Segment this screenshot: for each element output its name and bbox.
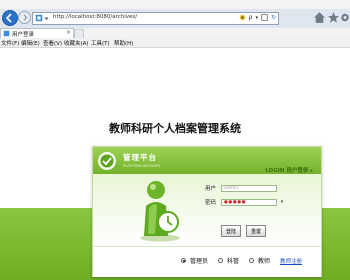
menu-item-help[interactable]: 帮助(H) (114, 39, 133, 47)
password-label: 密码 (205, 200, 217, 206)
tab-close-icon[interactable]: × (66, 29, 71, 36)
favorites-star-icon[interactable] (327, 11, 340, 24)
menu-bar: 文件(F) 编辑(E) 查看(V) 收藏夹(A) 工具(T) 帮助(H) (0, 38, 350, 48)
back-button[interactable] (2, 10, 18, 26)
radio-teacher-label: 教师 (258, 258, 271, 265)
refresh-icon[interactable]: ↻ (271, 14, 276, 21)
login-button[interactable]: 登陆 (221, 225, 241, 237)
radio-admin-label: 管理员 (190, 258, 209, 265)
password-row: 密码 ●●●●● ▾ (205, 198, 287, 206)
login-heading: LOGIN 用户登录 ▸ (265, 168, 313, 174)
radio-admin[interactable] (181, 258, 186, 263)
reset-button[interactable]: 重置 (246, 225, 266, 237)
logo-text: 管理平台 (123, 153, 157, 162)
dropdown-icon[interactable] (44, 16, 49, 21)
tab-favicon-icon (3, 30, 10, 37)
browser-chrome: http://localhost:8080/archives/ ρ ▾ ↻ 用户… (0, 0, 350, 39)
page-favicon-icon (35, 14, 43, 22)
platform-logo-icon (98, 152, 116, 170)
username-input[interactable]: admin (221, 184, 277, 192)
home-icon[interactable] (313, 11, 326, 24)
login-panel: 管理平台 PLATFORM ARCHIVES LOGIN 用户登录 ▸ 用户 a… (92, 146, 322, 277)
platform-logo: 管理平台 PLATFORM ARCHIVES (97, 151, 179, 171)
menu-item-favorites[interactable]: 收藏夹(A) (64, 39, 89, 47)
search-icon[interactable]: ρ (249, 14, 253, 21)
page-content: 教师科研个人档案管理系统 管理平台 PLATFORM ARCHIVES LOGI… (0, 48, 350, 280)
role-selection-bar: 管理员 科管 教师 教师注册 (93, 246, 321, 277)
menu-item-edit[interactable]: 编辑(E) (21, 39, 40, 47)
login-panel-header: 管理平台 PLATFORM ARCHIVES LOGIN 用户登录 ▸ (93, 147, 321, 174)
user-figure-icon (140, 181, 180, 242)
role-radio-group: 管理员 科管 教师 教师注册 (181, 256, 302, 265)
menu-item-tools[interactable]: 工具(T) (91, 39, 110, 47)
page-title: 教师科研个人档案管理系统 (109, 122, 241, 135)
forward-arrow-icon (23, 14, 28, 21)
navigation-bar: http://localhost:8080/archives/ ρ ▾ ↻ (0, 9, 350, 28)
password-dropdown-icon[interactable]: ▾ (277, 199, 287, 205)
username-row: 用户 admin (205, 184, 277, 192)
settings-gear-icon[interactable] (340, 11, 350, 24)
forward-button[interactable] (18, 11, 31, 24)
username-label: 用户 (205, 186, 217, 192)
form-buttons: 登陆 重置 (221, 225, 266, 237)
tab-title: 用户登录 (12, 32, 35, 38)
radio-teacher[interactable] (249, 258, 255, 263)
login-form-area: 用户 admin 密码 ●●●●● ▾ 登陆 重置 (93, 174, 321, 246)
teacher-register-link[interactable]: 教师注册 (280, 257, 302, 265)
radio-research-manager[interactable] (218, 258, 224, 263)
address-bar[interactable]: http://localhost:8080/archives/ ρ ▾ ↻ (32, 12, 279, 25)
password-input[interactable]: ●●●●● (221, 198, 277, 206)
radio-research-manager-label: 科管 (227, 258, 240, 265)
menu-item-file[interactable]: 文件(F) (1, 39, 19, 47)
logo-subtext: PLATFORM ARCHIVES (123, 164, 161, 168)
compat-view-icon[interactable] (239, 14, 246, 21)
back-arrow-icon (5, 13, 12, 23)
search-dropdown-icon[interactable]: ▾ (255, 15, 258, 21)
url-text: http://localhost:8080/archives/ (53, 14, 138, 20)
menu-item-view[interactable]: 查看(V) (43, 39, 62, 47)
document-mode-icon[interactable] (261, 14, 268, 21)
